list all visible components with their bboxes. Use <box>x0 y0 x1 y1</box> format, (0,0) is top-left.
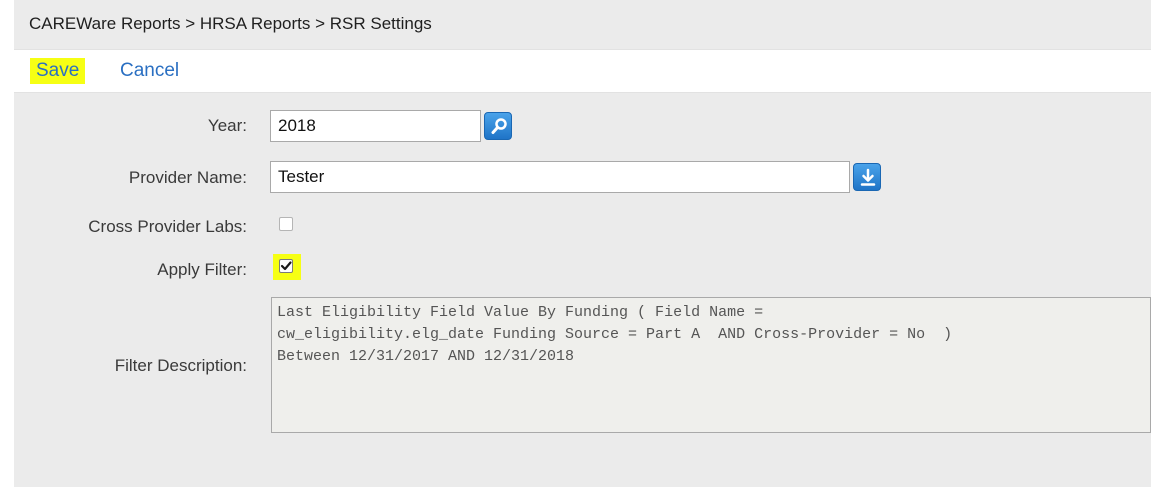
cross-provider-labs-label: Cross Provider Labs: <box>88 217 247 236</box>
year-label: Year: <box>207 116 247 135</box>
search-icon <box>491 118 507 134</box>
provider-name-label: Provider Name: <box>128 168 247 187</box>
year-input[interactable] <box>270 110 481 142</box>
provider-name-input[interactable] <box>270 161 850 193</box>
save-button[interactable]: Save <box>30 58 86 84</box>
filter-description-label: Filter Description: <box>114 356 247 375</box>
checkmark-icon <box>280 261 292 271</box>
apply-filter-label: Apply Filter: <box>157 260 247 279</box>
filter-description-textarea[interactable]: Last Eligibility Field Value By Funding … <box>271 297 1151 433</box>
apply-filter-checkbox[interactable] <box>279 259 293 273</box>
apply-filter-highlight <box>273 254 301 280</box>
breadcrumb: CAREWare Reports > HRSA Reports > RSR Se… <box>29 14 432 33</box>
toolbar: Save Cancel <box>14 49 1151 93</box>
download-arrow-icon <box>860 168 876 186</box>
provider-dropdown-button[interactable] <box>853 163 881 191</box>
cancel-button[interactable]: Cancel <box>120 58 179 84</box>
rsr-settings-window: CAREWare Reports > HRSA Reports > RSR Se… <box>0 0 1151 487</box>
cross-provider-labs-checkbox[interactable] <box>279 217 293 231</box>
year-lookup-button[interactable] <box>484 112 512 140</box>
